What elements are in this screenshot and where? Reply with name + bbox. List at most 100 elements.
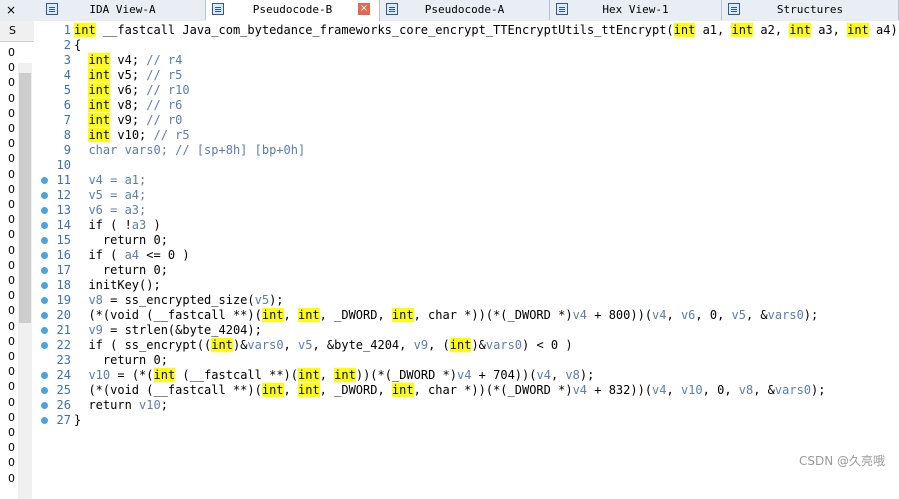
function-list-item[interactable]: 0 — [8, 212, 15, 227]
function-list-item[interactable]: 0 — [8, 471, 15, 486]
tab-label: IDA View-A — [89, 3, 156, 16]
pseudocode-view[interactable]: 1 int __fastcall Java_com_bytedance_frame… — [34, 21, 899, 478]
functions-panel-header[interactable]: S — [0, 21, 34, 42]
code-text[interactable]: char vars0; // [sp+8h] [bp+0h] — [74, 143, 305, 158]
function-list-item[interactable]: 0 — [8, 182, 15, 197]
function-list-item[interactable]: 0 — [8, 91, 15, 106]
code-text[interactable]: return v10; — [74, 398, 168, 413]
function-list-item[interactable]: 0 — [8, 75, 15, 90]
function-list-item[interactable]: 0 — [8, 303, 15, 318]
breakpoint-dot-icon[interactable] — [41, 402, 48, 409]
code-text[interactable]: (*(void (__fastcall **)(int, int, _DWORD… — [74, 383, 825, 398]
code-text[interactable]: int __fastcall Java_com_bytedance_framew… — [74, 23, 898, 38]
line-number: 14 — [56, 218, 71, 232]
tab-label: Pseudocode-B — [252, 3, 333, 16]
code-text[interactable]: v9 = strlen(&byte_4204); — [74, 323, 261, 338]
tab-label: Pseudocode-A — [424, 3, 505, 16]
close-icon[interactable]: × — [700, 3, 712, 15]
code-text[interactable]: { — [74, 38, 81, 53]
breakpoint-dot-icon[interactable] — [41, 417, 48, 424]
breakpoint-dot-icon[interactable] — [41, 372, 48, 379]
tab-hex-view-1[interactable]: Hex View-1 × — [550, 0, 722, 20]
function-list-item[interactable]: 0 — [8, 243, 15, 258]
code-text[interactable]: int v8; // r6 — [74, 98, 182, 113]
tab-pseudocode-a[interactable]: Pseudocode-A × — [380, 0, 550, 20]
function-list-item[interactable]: 0 — [8, 197, 15, 212]
function-list-item[interactable]: 0 — [8, 349, 15, 364]
breakpoint-dot-icon[interactable] — [41, 387, 48, 394]
function-list-item[interactable]: 0 — [8, 258, 15, 273]
function-list-item[interactable]: 0 — [8, 319, 15, 334]
code-text[interactable]: int v6; // r10 — [74, 83, 190, 98]
breakpoint-dot-icon[interactable] — [41, 282, 48, 289]
scroll-thumb[interactable] — [19, 73, 31, 323]
left-panel-tab[interactable]: × — [0, 0, 33, 20]
function-list-item[interactable]: 0 — [8, 167, 15, 182]
code-text[interactable]: v4 = a1; — [74, 173, 146, 188]
line-number: 7 — [63, 113, 71, 127]
line-number: 5 — [63, 83, 71, 97]
code-text[interactable]: (*(void (__fastcall **)(int, int, _DWORD… — [74, 308, 818, 323]
code-text[interactable]: int v4; // r4 — [74, 53, 182, 68]
tab-ida-view-a[interactable]: IDA View-A — [40, 0, 206, 20]
code-text[interactable]: v10 = (*(int (__fastcall **)(int, int))(… — [74, 368, 594, 383]
code-text[interactable]: v6 = a3; — [74, 203, 146, 218]
code-text[interactable]: return 0; — [74, 263, 168, 278]
function-list-item[interactable]: 0 — [8, 455, 15, 470]
function-list-item[interactable]: 0 — [8, 379, 15, 394]
code-text[interactable]: v8 = ss_encrypted_size(v5); — [74, 293, 283, 308]
code-text[interactable]: int v5; // r5 — [74, 68, 182, 83]
code-text[interactable]: return 0; — [74, 233, 168, 248]
watermark: CSDN @久亮哦 — [798, 454, 885, 468]
code-text[interactable]: if ( !a3 ) — [74, 218, 160, 233]
tab-structures[interactable]: Structures × — [722, 0, 899, 20]
function-list-item[interactable]: 0 — [8, 106, 15, 121]
code-text[interactable]: int v9; // r0 — [74, 113, 182, 128]
code-text[interactable]: if ( a4 <= 0 ) — [74, 248, 189, 263]
close-icon[interactable]: × — [877, 3, 889, 15]
function-list-item[interactable]: 0 — [8, 136, 15, 151]
function-list-item[interactable]: 0 — [8, 45, 15, 60]
function-list-item[interactable]: 0 — [8, 288, 15, 303]
left-panel-close-label[interactable]: × — [6, 3, 16, 17]
line-number: 8 — [63, 128, 71, 142]
breakpoint-dot-icon[interactable] — [41, 252, 48, 259]
function-list-item[interactable]: 0 — [8, 273, 15, 288]
breakpoint-dot-icon[interactable] — [41, 267, 48, 274]
breakpoint-dot-icon[interactable] — [41, 192, 48, 199]
breakpoint-dot-icon[interactable] — [41, 342, 48, 349]
line-number: 20 — [56, 308, 71, 322]
breakpoint-dot-icon[interactable] — [41, 207, 48, 214]
code-text[interactable]: } — [74, 413, 81, 428]
function-list-item[interactable]: 0 — [8, 60, 15, 75]
function-list-item[interactable]: 0 — [8, 121, 15, 136]
function-list-item[interactable]: 0 — [8, 227, 15, 242]
breakpoint-dot-icon[interactable] — [41, 177, 48, 184]
line-number: 3 — [63, 53, 71, 67]
tab-pseudocode-b[interactable]: Pseudocode-B × — [206, 0, 380, 22]
function-list-item[interactable]: 0 — [8, 364, 15, 379]
function-list-item[interactable]: 0 — [8, 425, 15, 440]
breakpoint-dot-icon[interactable] — [41, 297, 48, 304]
code-text[interactable]: v5 = a4; — [74, 188, 146, 203]
line-number: 16 — [56, 248, 71, 262]
function-list-item[interactable]: 0 — [8, 440, 15, 455]
breakpoint-dot-icon[interactable] — [41, 312, 48, 319]
function-list-item[interactable]: 0 — [8, 334, 15, 349]
breakpoint-dot-icon[interactable] — [41, 222, 48, 229]
code-text[interactable]: int v10; // r5 — [74, 128, 190, 143]
code-text[interactable]: if ( ss_encrypt((int)&vars0, v5, &byte_4… — [74, 338, 573, 353]
functions-scrollbar[interactable] — [18, 63, 32, 499]
line-number: 2 — [63, 38, 71, 52]
code-text[interactable]: initKey(); — [74, 278, 160, 293]
line-number: 15 — [56, 233, 71, 247]
line-number: 11 — [56, 173, 71, 187]
close-icon[interactable]: × — [358, 3, 370, 15]
breakpoint-dot-icon[interactable] — [41, 327, 48, 334]
close-icon[interactable]: × — [528, 3, 540, 15]
function-list-item[interactable]: 0 — [8, 410, 15, 425]
breakpoint-dot-icon[interactable] — [41, 237, 48, 244]
function-list-item[interactable]: 0 — [8, 395, 15, 410]
function-list-item[interactable]: 0 — [8, 151, 15, 166]
code-text[interactable]: return 0; — [74, 353, 168, 368]
